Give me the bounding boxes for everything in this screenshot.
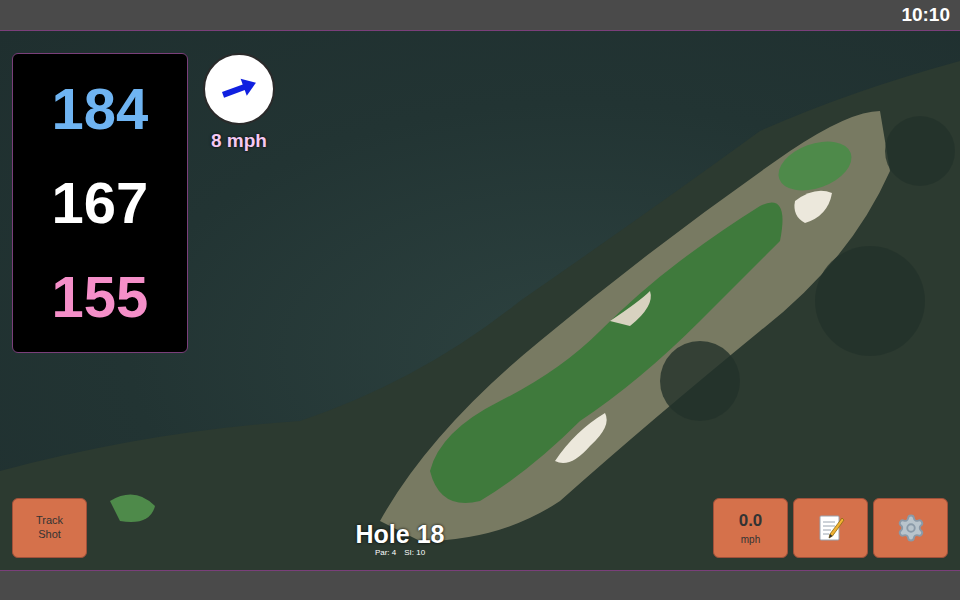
- wind-arrow-icon: [215, 65, 263, 113]
- settings-button[interactable]: [873, 498, 948, 558]
- gps-screen: 10:101841671558 mphTrack ShotHole 18Par:…: [0, 0, 960, 600]
- track-shot-button[interactable]: Track Shot: [12, 498, 87, 558]
- distance-value: 167: [52, 171, 149, 235]
- clock: 10:10: [901, 4, 950, 26]
- distance-panel: 184 167 155: [12, 53, 188, 353]
- wind-dial: [203, 53, 275, 125]
- hole-info: Hole 18Par: 4SI: 10: [92, 521, 708, 558]
- gear-icon: [896, 513, 926, 543]
- bottom-bar: [0, 571, 960, 600]
- notepad-icon: [817, 513, 845, 543]
- distance-value: 184: [52, 77, 149, 141]
- tool-buttons: 0.0mph: [713, 498, 948, 558]
- distance-value: 155: [52, 265, 149, 329]
- notes-button[interactable]: [793, 498, 868, 558]
- control-row: Track ShotHole 18Par: 4SI: 100.0mph: [12, 498, 948, 558]
- hole-title: Hole 18: [356, 521, 445, 549]
- top-bar: 10:10: [0, 0, 960, 30]
- wind-indicator: 8 mph: [201, 53, 277, 152]
- wind-speed: 8 mph: [211, 130, 267, 152]
- map[interactable]: 1841671558 mphTrack ShotHole 18Par: 4SI:…: [0, 30, 960, 571]
- speed-button[interactable]: 0.0mph: [713, 498, 788, 558]
- hole-meta: Par: 4SI: 10: [375, 548, 425, 558]
